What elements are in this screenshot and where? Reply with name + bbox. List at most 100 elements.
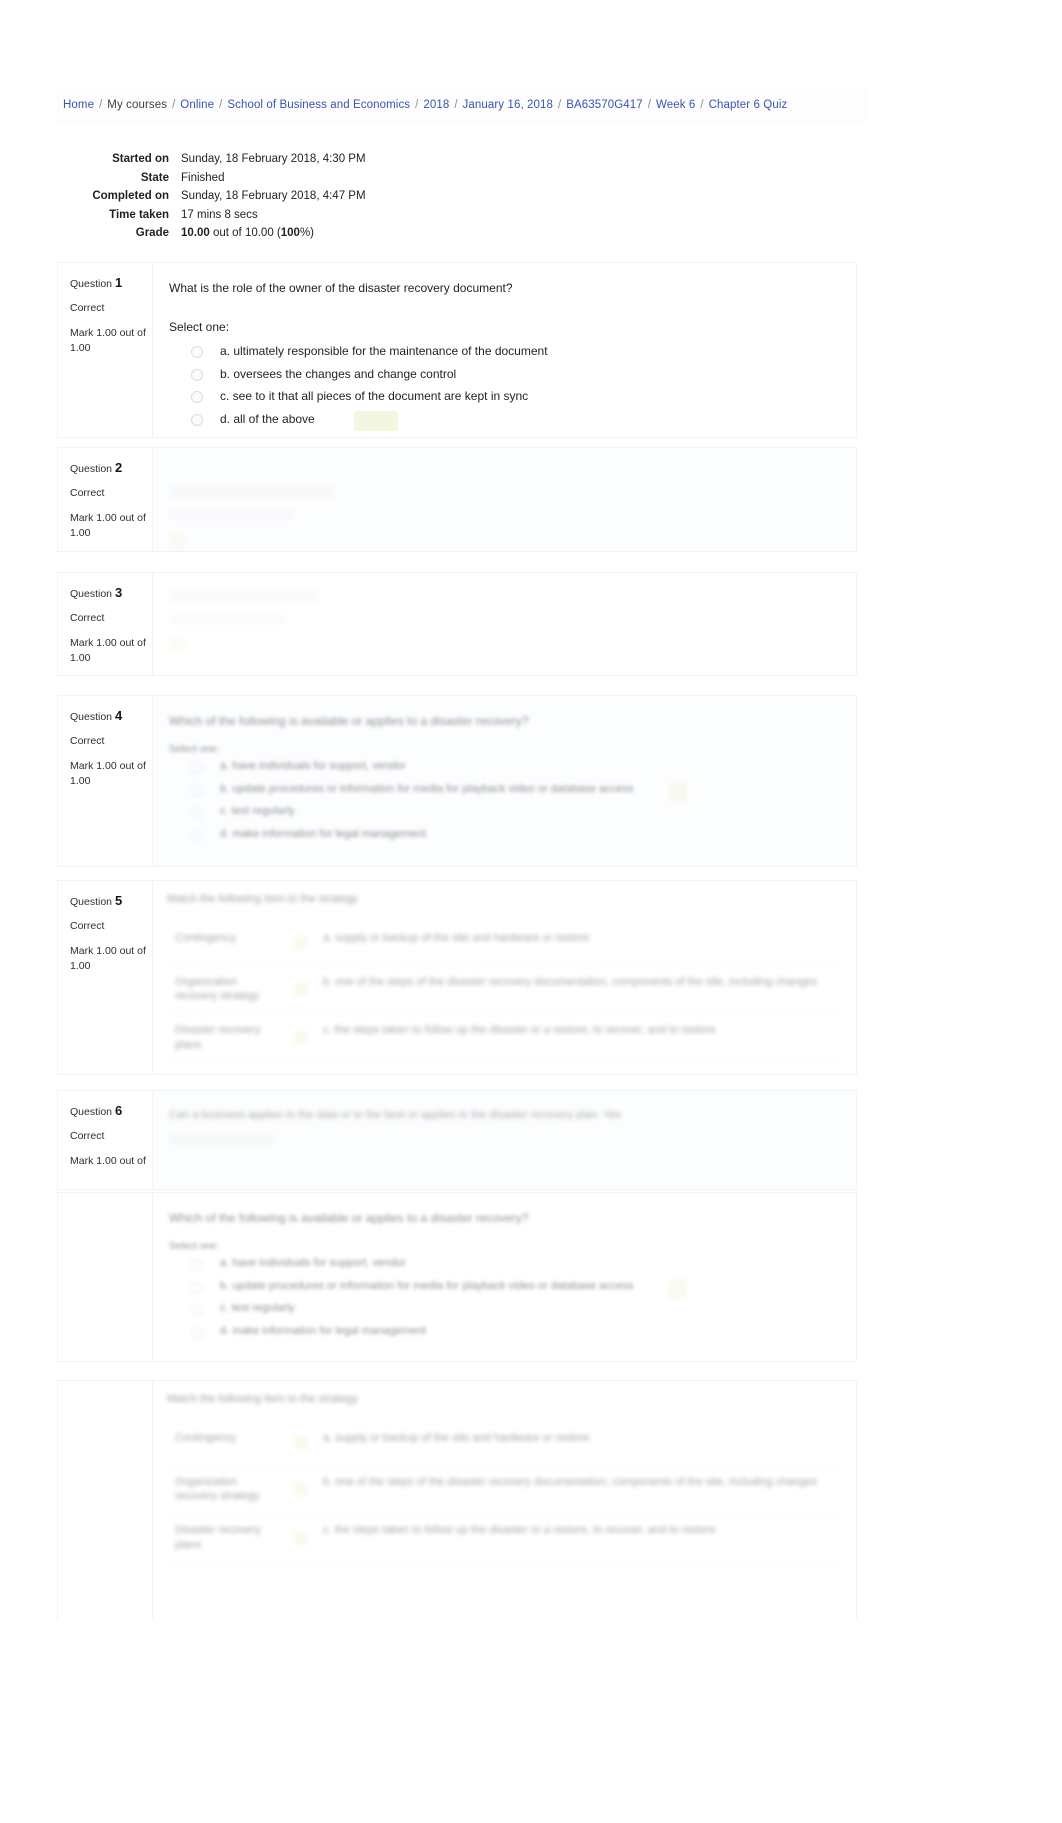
answer-option-d[interactable]: d. make information for legal management	[169, 827, 842, 850]
match-left-label: Contingency	[175, 931, 237, 944]
answer-option-a[interactable]: a. ultimately responsible for the mainte…	[169, 343, 842, 366]
match-row[interactable]: Contingency a. supply or backup of the s…	[167, 922, 846, 966]
breadcrumb-item-online[interactable]: Online	[180, 100, 214, 112]
question-number-3: Question 3	[70, 585, 142, 601]
answer-option-b[interactable]: b. oversees the changes and change contr…	[169, 366, 842, 389]
answer-option-a[interactable]: a. have individuals for support, vendor	[169, 759, 842, 782]
match-right-label: b. one of the steps of the disaster reco…	[323, 1475, 818, 1488]
answer-option-c[interactable]: c. test regularly	[169, 1301, 842, 1324]
match-select[interactable]	[287, 922, 315, 965]
redacted-line	[169, 613, 287, 624]
match-row[interactable]: Contingency a. supply or backup of the s…	[167, 1422, 846, 1466]
summary-value: 17 mins 8 secs	[181, 208, 258, 221]
question-mark-4: Mark 1.00 out of 1.00	[70, 760, 146, 787]
correct-answer-highlight	[294, 1531, 308, 1546]
question-body-6: Can a business applies to the data or to…	[153, 1091, 856, 1189]
question-number-value: 2	[114, 460, 123, 475]
radio-icon[interactable]	[191, 346, 203, 358]
question-text-1: What is the role of the owner of the dis…	[169, 281, 513, 295]
match-right-label: a. supply or backup of the site and hard…	[323, 1431, 590, 1444]
repeat-body-b: Match the following item to the strategy…	[153, 1381, 856, 1620]
match-select[interactable]	[287, 1422, 315, 1465]
answer-option-d[interactable]: d. make information for legal management	[169, 1324, 842, 1347]
question-number-value: 3	[114, 585, 123, 600]
correct-answer-highlight	[294, 1436, 308, 1450]
match-row[interactable]: Organization recovery strategy b. one of…	[167, 1466, 846, 1515]
summary-label: Completed on	[92, 190, 169, 203]
match-row[interactable]: Organization recovery strategy b. one of…	[167, 966, 846, 1015]
question-block-4: Question 4 Correct Mark 1.00 out of 1.00…	[57, 695, 857, 867]
radio-icon[interactable]	[191, 413, 203, 426]
question-text-6: Can a business applies to the data or to…	[169, 1109, 621, 1121]
answer-option-a[interactable]: a. have individuals for support, vendor	[169, 1256, 842, 1279]
question-number-value: 6	[114, 1103, 123, 1118]
breadcrumb-item-2018[interactable]: 2018	[423, 100, 449, 112]
question-info-1: Question 1 Correct Mark 1.00 out of 1.00	[58, 263, 153, 437]
select-one-label-a: Select one:	[169, 1241, 220, 1252]
answer-label: a. have individuals for support, vendor	[220, 760, 406, 772]
question-mark-6: Mark 1.00 out of	[70, 1155, 146, 1168]
breadcrumb-separator: /	[700, 99, 704, 112]
grade-end: %)	[299, 227, 314, 240]
breadcrumb-item-quiz[interactable]: Chapter 6 Quiz	[709, 100, 788, 112]
radio-icon[interactable]	[191, 807, 203, 819]
match-select[interactable]	[287, 1466, 315, 1514]
radio-icon[interactable]	[191, 829, 203, 842]
summary-value-grade: 10.00 out of 10.00 (100%)	[169, 224, 314, 243]
select-one-label-4: Select one:	[169, 744, 220, 755]
summary-row-state: State Finished	[57, 169, 857, 188]
answer-label: c. see to it that all pieces of the docu…	[220, 389, 529, 403]
answer-option-b[interactable]: b. update procedures or information for …	[169, 1278, 842, 1302]
radio-icon[interactable]	[191, 368, 203, 381]
radio-icon[interactable]	[191, 762, 203, 774]
answer-list-a: a. have individuals for support, vendor …	[169, 1256, 842, 1346]
answer-list-4: a. have individuals for support, vendor …	[169, 759, 842, 849]
breadcrumb-separator: /	[172, 99, 176, 112]
radio-icon[interactable]	[191, 1304, 203, 1316]
question-number-5: Question 5	[70, 893, 142, 909]
breadcrumb-item-week[interactable]: Week 6	[656, 100, 695, 112]
question-text-4: Which of the following is available or a…	[169, 714, 529, 728]
match-row[interactable]: Disaster recovery plans c. the steps tak…	[167, 1014, 846, 1063]
question-number-label: Question	[70, 1106, 113, 1118]
radio-icon[interactable]	[191, 1281, 203, 1294]
answer-label: c. test regularly	[220, 1302, 295, 1314]
breadcrumb-separator: /	[415, 99, 419, 112]
grade-mid: out of 10.00 (	[209, 227, 281, 240]
question-number-label: Question	[70, 278, 113, 290]
question-block-1: Question 1 Correct Mark 1.00 out of 1.00…	[57, 262, 857, 438]
question-body-1: What is the role of the owner of the dis…	[153, 263, 856, 437]
match-select[interactable]	[287, 966, 315, 1014]
match-right-label: a. supply or backup of the site and hard…	[323, 931, 590, 944]
match-row[interactable]: Disaster recovery plans c. the steps tak…	[167, 1514, 846, 1563]
question-block-3: Question 3 Correct Mark 1.00 out of 1.00	[57, 572, 857, 676]
match-select[interactable]	[287, 1014, 315, 1062]
breadcrumb-item-school[interactable]: School of Business and Economics	[227, 100, 410, 112]
breadcrumb-item-january[interactable]: January 16, 2018	[463, 100, 553, 112]
answer-option-d[interactable]: d. all of the above	[169, 410, 842, 434]
answer-label: b. oversees the changes and change contr…	[220, 366, 457, 381]
question-state-1: Correct	[70, 302, 105, 315]
breadcrumb-item-home[interactable]: Home	[63, 100, 94, 112]
grade-percent: 100	[280, 227, 300, 240]
summary-row-time-taken: Time taken 17 mins 8 secs	[57, 206, 857, 225]
answer-option-b[interactable]: b. update procedures or information for …	[169, 781, 842, 805]
correct-answer-highlight	[294, 1031, 308, 1046]
question-block-5: Question 5 Correct Mark 1.00 out of 1.00…	[57, 880, 857, 1075]
answer-label: b. update procedures or information for …	[220, 782, 634, 795]
radio-icon[interactable]	[191, 1259, 203, 1271]
radio-icon[interactable]	[191, 784, 203, 797]
radio-icon[interactable]	[191, 391, 203, 403]
answer-option-c[interactable]: c. test regularly	[169, 804, 842, 827]
match-select[interactable]	[287, 1514, 315, 1562]
question-text-2	[169, 464, 842, 482]
breadcrumb-item-course-code[interactable]: BA63570G417	[566, 100, 643, 112]
correct-answer-highlight	[169, 636, 185, 652]
quiz-summary-table: Started on Sunday, 18 February 2018, 4:3…	[57, 150, 857, 243]
match-table-b: Contingency a. supply or backup of the s…	[167, 1422, 846, 1563]
page-bottom-fade	[0, 1673, 1062, 1823]
repeat-block-a: Which of the following is available or a…	[57, 1192, 857, 1362]
summary-label: State	[140, 171, 169, 184]
radio-icon[interactable]	[191, 1326, 203, 1339]
answer-option-c[interactable]: c. see to it that all pieces of the docu…	[169, 388, 842, 411]
